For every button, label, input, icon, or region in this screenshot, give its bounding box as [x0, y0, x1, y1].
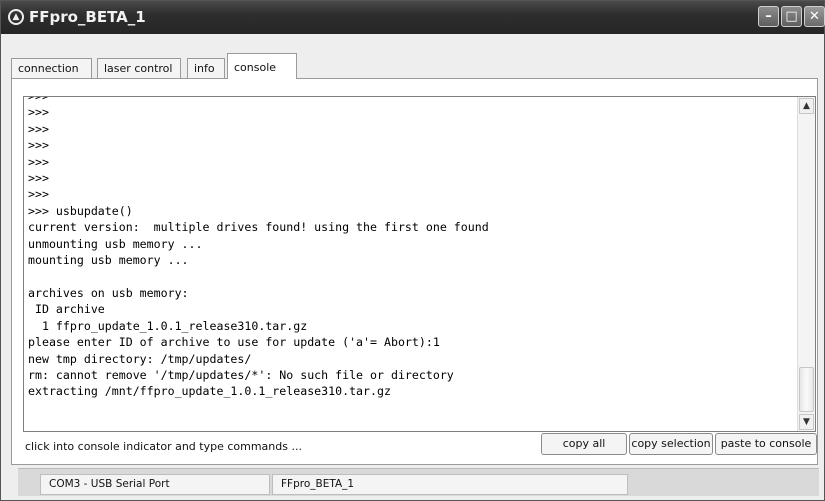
minimize-icon: – — [765, 9, 772, 24]
close-button[interactable]: ✕ — [804, 6, 825, 27]
scroll-up-button[interactable]: ▲ — [799, 98, 814, 114]
status-device: FFpro_BETA_1 — [272, 474, 628, 495]
maximize-icon: □ — [785, 9, 798, 24]
console-scrollbar[interactable]: ▲ ▼ — [797, 97, 815, 431]
status-port: COM3 - USB Serial Port — [40, 474, 270, 495]
console-text[interactable]: >>> >>> >>> >>> >>> >>> >>> >>> usbupdat… — [28, 97, 798, 400]
console-hint: click into console indicator and type co… — [25, 440, 302, 453]
tab-info[interactable]: info — [187, 58, 225, 78]
scroll-down-button[interactable]: ▼ — [799, 414, 814, 430]
tab-console[interactable]: console — [227, 53, 297, 79]
title-bar[interactable]: ▲ FFpro_BETA_1 – □ ✕ — [1, 1, 825, 34]
status-bar: COM3 - USB Serial Port FFpro_BETA_1 — [18, 468, 819, 496]
copy-selection-button[interactable]: copy selection — [629, 433, 713, 455]
paste-to-console-button[interactable]: paste to console — [715, 433, 817, 455]
chevron-up-icon: ▲ — [803, 101, 810, 111]
copy-all-button[interactable]: copy all — [541, 433, 627, 455]
tab-connection[interactable]: connection — [11, 58, 92, 78]
maximize-button[interactable]: □ — [781, 6, 802, 27]
tab-laser-control[interactable]: laser control — [97, 58, 181, 78]
app-window: ▲ FFpro_BETA_1 – □ ✕ connection laser co… — [0, 0, 825, 501]
scroll-thumb[interactable] — [799, 367, 814, 412]
window-title: FFpro_BETA_1 — [29, 8, 146, 26]
close-icon: ✕ — [809, 9, 820, 24]
console-output[interactable]: >>> >>> >>> >>> >>> >>> >>> >>> usbupdat… — [23, 96, 816, 432]
app-icon: ▲ — [8, 9, 24, 25]
chevron-down-icon: ▼ — [803, 417, 810, 427]
minimize-button[interactable]: – — [758, 6, 779, 27]
